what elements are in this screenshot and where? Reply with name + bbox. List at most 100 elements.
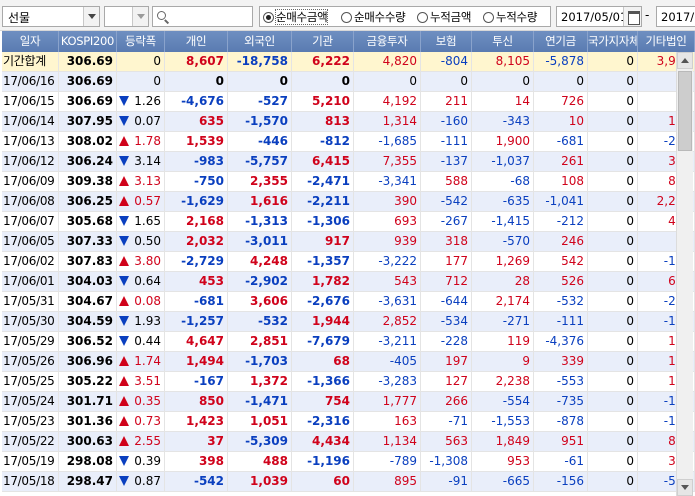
cell-value: -267 xyxy=(421,212,472,231)
table-row[interactable]: 17/05/25 305.22 3.51 -167 1,372 -1,366 -3,283 1… xyxy=(2,372,695,392)
sub-select[interactable] xyxy=(104,6,149,27)
column-header[interactable]: 연기금 xyxy=(534,31,588,52)
search-box[interactable] xyxy=(152,6,253,27)
cell-value: -681 xyxy=(165,292,228,311)
column-header[interactable]: 개인 xyxy=(165,31,228,52)
table-row[interactable]: 17/06/16306.690000000000 xyxy=(2,72,695,92)
table-row[interactable]: 17/05/26 306.96 1.74 1,494 -1,703 68 -405 197 9 3… xyxy=(2,352,695,372)
column-header[interactable]: 외국인 xyxy=(228,31,292,52)
column-header[interactable]: 금융투자 xyxy=(354,31,421,52)
column-header[interactable]: 보험 xyxy=(421,31,472,52)
column-header[interactable]: 국가지자체 xyxy=(588,31,638,52)
market-select[interactable]: 선물 xyxy=(2,6,100,27)
cell-kospi200: 301.71 xyxy=(59,392,117,411)
table-row[interactable]: 17/06/05 307.33 0.50 2,032 -3,011 917 939 318 -5… xyxy=(2,232,695,252)
chevron-down-icon[interactable] xyxy=(132,7,148,26)
scroll-down-icon[interactable] xyxy=(677,479,693,496)
radio-net-buy-qty[interactable]: 순매수수량 xyxy=(341,9,406,25)
cell-value: -167 xyxy=(165,372,228,391)
chevron-down-icon[interactable] xyxy=(83,7,99,26)
cell-value: -5,309 xyxy=(228,432,292,451)
change-value: 3.13 xyxy=(134,174,161,188)
column-header[interactable]: 투신 xyxy=(472,31,534,52)
column-header[interactable]: 기관 xyxy=(292,31,354,52)
search-icon[interactable] xyxy=(157,11,166,20)
table-row[interactable]: 17/06/08 306.25 0.57 -1,629 1,616 -2,211 390 -5… xyxy=(2,192,695,212)
change-value: 1.74 xyxy=(134,354,161,368)
table-row-total[interactable]: 기간합계 306.69 0 8,607 -18,758 6,222 4,820 -804 8,1… xyxy=(2,52,695,72)
cell-value: 0 xyxy=(588,292,638,311)
table-header: 일자 KOSPI200 등락폭 개인 외국인 기관 금융투자 보험 투신 연기금 국가지자체 기타법인 xyxy=(2,31,695,52)
table-row[interactable]: 17/05/18 298.47 0.87 -542 1,039 60 895 -91 -665-… xyxy=(2,472,695,492)
table-row[interactable]: 17/05/23 301.36 0.73 1,423 1,051 -2,316 163 -71… xyxy=(2,412,695,432)
radio-cum-qty[interactable]: 누적수량 xyxy=(483,9,537,25)
cell-kospi200: 306.69 xyxy=(59,92,117,111)
cell-value: 1,051 xyxy=(228,412,292,431)
table-row[interactable]: 17/05/29 306.52 0.44 4,647 2,851 -7,679 -3,211… xyxy=(2,332,695,352)
cell-value: 488 xyxy=(228,452,292,471)
cell-value: -2,316 xyxy=(292,412,354,431)
cell-value: 1,423 xyxy=(165,412,228,431)
end-date-field[interactable]: 2017/ xyxy=(656,6,695,27)
calendar-icon[interactable] xyxy=(623,7,641,26)
change-value: 0.64 xyxy=(134,274,161,288)
column-header[interactable]: 일자 xyxy=(2,31,59,52)
table-row[interactable]: 17/05/24 301.71 0.35 850 -1,471 754 1,777 266 -5… xyxy=(2,392,695,412)
cell-change: 3.14 xyxy=(117,152,165,171)
cell-value: 754 xyxy=(292,392,354,411)
table-row[interactable]: 17/05/30 304.59 1.93 -1,257 -532 1,944 2,852 -5… xyxy=(2,312,695,332)
cell-value: -1,553 xyxy=(472,412,534,431)
cell-value: 2,851 xyxy=(228,332,292,351)
column-header[interactable]: KOSPI200 xyxy=(59,31,117,52)
cell-value: 693 xyxy=(354,212,421,231)
table-row[interactable]: 17/05/31 304.67 0.08 -681 3,606 -2,676 -3,631-… xyxy=(2,292,695,312)
cell-change: 0.87 xyxy=(117,472,165,491)
radio-unselected-icon[interactable] xyxy=(483,12,494,23)
triangle-up-icon xyxy=(119,356,129,366)
cell-value: 0 xyxy=(588,372,638,391)
table-row[interactable]: 17/05/22 300.63 2.55 37 -5,309 4,434 1,134 563 1… xyxy=(2,432,695,452)
scroll-up-icon[interactable] xyxy=(677,52,693,69)
cell-kospi200: 306.96 xyxy=(59,352,117,371)
radio-net-buy-amount[interactable]: 순매수금액 xyxy=(263,9,329,25)
cell-value: 1,039 xyxy=(228,472,292,491)
cell-value: 2,174 xyxy=(472,292,534,311)
cell-value: 0 xyxy=(354,72,421,91)
cell-kospi200: 306.69 xyxy=(59,72,117,91)
radio-unselected-icon[interactable] xyxy=(417,12,428,23)
vertical-scrollbar[interactable] xyxy=(676,52,693,496)
cell-value: -4,376 xyxy=(534,332,588,351)
cell-value: -111 xyxy=(534,312,588,331)
radio-unselected-icon[interactable] xyxy=(341,12,352,23)
cell-value: 0 xyxy=(588,432,638,451)
cell-change: 1.65 xyxy=(117,212,165,231)
column-header[interactable]: 등락폭 xyxy=(117,31,165,52)
cell-value: 543 xyxy=(354,272,421,291)
scroll-thumb[interactable] xyxy=(678,71,692,151)
table-row[interactable]: 17/06/01 304.03 0.64 453 -2,902 1,782 543 712 28… xyxy=(2,272,695,292)
cell-value: -2,471 xyxy=(292,172,354,191)
radio-selected-icon[interactable] xyxy=(263,12,274,23)
table-row[interactable]: 17/05/19 298.08 0.39 398 488 -1,196 -789 -1,308… xyxy=(2,452,695,472)
cell-value: 953 xyxy=(472,452,534,471)
cell-value: -553 xyxy=(534,372,588,391)
table-row[interactable]: 17/06/12 306.24 3.14 -983 -5,757 6,415 7,355 -1… xyxy=(2,152,695,172)
radio-cum-amount[interactable]: 누적금액 xyxy=(417,9,471,25)
cell-date: 17/06/09 xyxy=(2,172,59,191)
table-row[interactable]: 17/06/15 306.69 1.26 -4,676 -527 5,210 4,192 21… xyxy=(2,92,695,112)
cell-value: -1,685 xyxy=(354,132,421,151)
cell-kospi200: 304.59 xyxy=(59,312,117,331)
cell-value: 453 xyxy=(165,272,228,291)
table-row[interactable]: 17/06/14 307.95 0.07 635 -1,570 813 1,314 -160-… xyxy=(2,112,695,132)
cell-change: 0.64 xyxy=(117,272,165,291)
table-row[interactable]: 17/06/13 308.02 1.78 1,539 -446 -812 -1,685 -11… xyxy=(2,132,695,152)
table-row[interactable]: 17/06/07 305.68 1.65 2,168 -1,313 -1,306 693 -2… xyxy=(2,212,695,232)
search-input[interactable] xyxy=(171,8,251,25)
cell-value: -750 xyxy=(165,172,228,191)
change-value: 3.51 xyxy=(134,374,161,388)
table-row[interactable]: 17/06/02 307.83 3.80 -2,729 4,248 -1,357 -3,22… xyxy=(2,252,695,272)
start-date-field[interactable]: 2017/05/01 xyxy=(556,6,642,27)
column-header[interactable]: 기타법인 xyxy=(638,31,695,52)
table-row[interactable]: 17/06/09 309.38 3.13 -750 2,355 -2,471 -3,341 5… xyxy=(2,172,695,192)
cell-value: 6,415 xyxy=(292,152,354,171)
